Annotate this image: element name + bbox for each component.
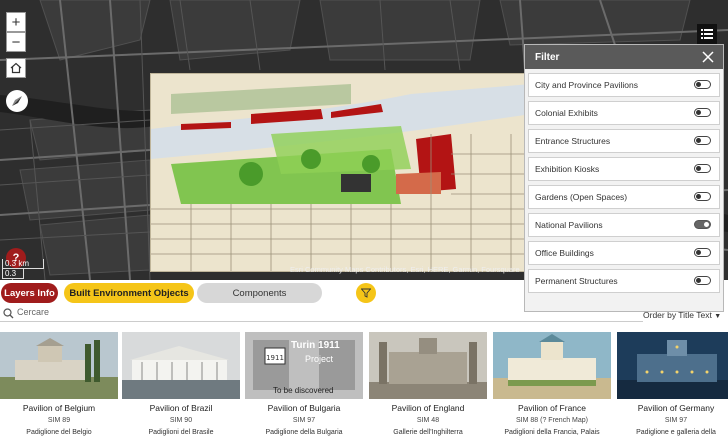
pavilion-italian-name: Padiglioni della Francia, Palais [504,429,600,436]
filter-list-button[interactable] [697,24,717,44]
list-icon [701,29,713,39]
filter-item-label: City and Province Pavilions [535,80,638,90]
close-icon[interactable] [701,50,715,64]
pavilion-italian-name: Padiglione del Belgio [26,429,92,436]
filter-item-label: Gardens (Open Spaces) [535,192,628,202]
pavilion-card[interactable]: Pavilion of Brazil SIM 90 Padiglioni del B… [122,332,240,440]
thumb-caption: To be discovered [273,386,334,395]
pavilion-name: Pavilion of France [517,403,587,413]
pavilion-thumbnail[interactable] [0,332,118,399]
pavilion-card[interactable]: 1911 Turin 1911 Project To be discovered Pav… [245,332,363,440]
filter-toggle[interactable] [694,192,711,201]
toggle-knob [696,138,701,143]
pavilion-name: Pavilion of England [391,403,465,413]
sort-label: Order by Title Text [643,310,712,320]
filter-item-label: Entrance Structures [535,136,611,146]
thumb-title: Turin 1911 [291,340,340,351]
filter-toggle[interactable] [694,136,711,145]
search-icon [3,308,14,319]
pavilion-name: Pavilion of Belgium [22,403,96,413]
tab-built-environment-objects[interactable]: Built Environment Objects [64,283,194,303]
filter-toggle[interactable] [694,248,711,257]
zoom-out-icon: − [11,33,21,51]
filter-item[interactable]: Gardens (Open Spaces) [528,185,720,209]
toggle-knob [696,278,701,283]
filter-panel: Filter City and Province Pavilions Coloni… [524,44,724,312]
filter-item[interactable]: City and Province Pavilions [528,73,720,97]
filter-item[interactable]: Permanent Structures [528,269,720,293]
svg-text:1911: 1911 [266,354,284,362]
scale-km: 0.3 km [2,259,44,269]
zoom-out-button[interactable]: − [6,32,26,52]
toggle-knob [696,110,701,115]
pavilion-thumbnail[interactable]: 1911 Turin 1911 Project To be discovered [245,332,363,399]
filter-item[interactable]: Colonial Exhibits [528,101,720,125]
search-bar: Cercare [0,307,643,322]
filter-item-label: National Pavilions [535,220,603,230]
filter-item-label: Exhibition Kiosks [535,164,600,174]
home-button[interactable] [6,58,26,78]
toggle-knob [696,250,701,255]
map-attribution: Esri Community Maps Contributors, Esri, … [290,265,520,274]
pavilion-name: Pavilion of Brazil [149,403,213,413]
pavilion-sim: SIM 97 [292,417,316,424]
filter-title: Filter [535,51,560,63]
pavilion-thumbnail[interactable] [369,332,487,399]
filter-toggle[interactable] [694,108,711,117]
home-icon [10,62,22,74]
filter-item[interactable]: Office Buildings [528,241,720,265]
tab-components[interactable]: Components [197,283,322,303]
filter-toggle[interactable] [694,276,711,285]
pavilion-card[interactable]: Pavilion of France SIM 88 (? French Map) P… [493,332,611,440]
pavilion-sim: SIM 48 [416,417,440,424]
filter-toggle[interactable] [694,220,711,229]
filter-toggle[interactable] [694,80,711,89]
tab-layers-info[interactable]: Layers Info [1,283,58,303]
filter-item-label: Permanent Structures [535,276,618,286]
scale-mi: 0.3 mi [2,269,24,280]
pavilion-card[interactable]: Pavilion of Belgium SIM 89 Padiglione del … [0,332,118,440]
funnel-icon [361,288,371,298]
pavilion-sim: SIM 97 [664,417,688,424]
filter-item-label: Colonial Exhibits [535,108,598,118]
filter-toggle[interactable] [694,164,711,173]
zoom-in-icon: + [11,13,21,31]
pavilion-thumbnail[interactable] [617,332,728,399]
thumb-subtitle: Project [305,354,334,364]
pavilion-sim: SIM 90 [169,417,193,424]
search-input[interactable]: Cercare [17,307,49,317]
pavilion-card[interactable]: Pavilion of England SIM 48 Gallerie dell'I… [369,332,487,440]
pavilion-name: Pavilion of Germany [637,403,715,413]
sort-dropdown[interactable]: Order by Title Text ▼ [643,310,721,320]
filter-item[interactable]: Entrance Structures [528,129,720,153]
filter-toggle-button[interactable] [356,283,376,303]
chevron-down-icon: ▼ [714,313,722,320]
pavilion-thumbnail[interactable] [122,332,240,399]
compass-button[interactable] [6,90,28,112]
pavilion-card[interactable]: Pavilion of Germany SIM 97 Padiglione e ga… [617,332,728,440]
pavilion-italian-name: Padiglione e galleria della [636,429,716,436]
filter-item[interactable]: Exhibition Kiosks [528,157,720,181]
toggle-knob [696,194,701,199]
pavilion-sim: SIM 88 (? French Map) [516,417,588,424]
historic-map-overlay [150,73,532,272]
pavilion-thumbnail[interactable] [493,332,611,399]
pavilion-name: Pavilion of Bulgaria [267,403,341,413]
toggle-knob [696,166,701,171]
toggle-knob [696,82,701,87]
toggle-knob [704,222,709,227]
pavilion-italian-name: Padiglioni del Brasile [148,429,214,436]
compass-icon [12,96,22,106]
filter-header: Filter [525,45,723,69]
filter-item[interactable]: National Pavilions [528,213,720,237]
zoom-in-button[interactable]: + [6,12,26,32]
pavilion-sim: SIM 89 [47,417,71,424]
pavilion-italian-name: Gallerie dell'Inghilterra [393,429,463,436]
filter-item-label: Office Buildings [535,248,594,258]
pavilion-italian-name: Padiglione della Bulgaria [265,429,343,436]
